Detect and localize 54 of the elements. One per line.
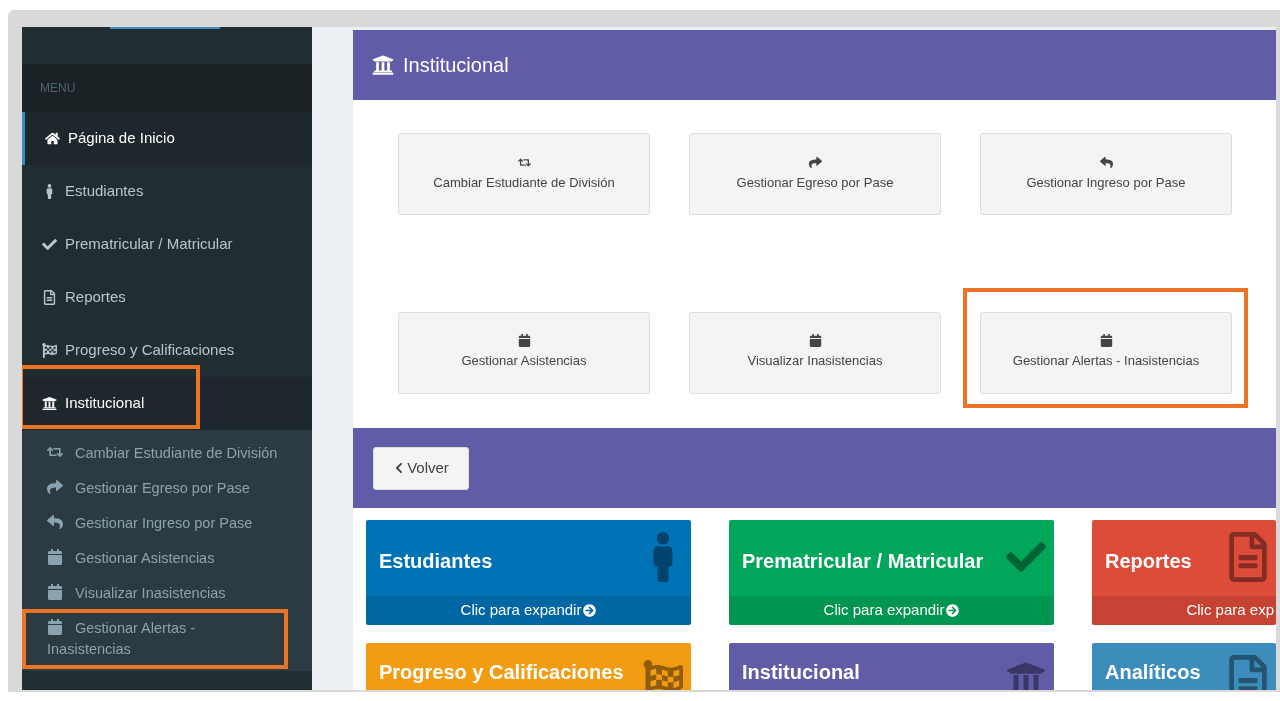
- sidebar-item[interactable]: Progreso y Calificaciones: [22, 324, 312, 377]
- calendar-icon: [47, 584, 63, 600]
- tile-footer[interactable]: Clic para exp: [1092, 596, 1276, 625]
- tile-title: Reportes: [1105, 550, 1192, 572]
- reply-arrow-icon: [1099, 155, 1113, 169]
- swap-icon: [47, 444, 63, 460]
- building-icon: [371, 54, 395, 76]
- forward-arrow-icon: [47, 479, 63, 495]
- menu-header: MENU: [40, 80, 76, 97]
- calendar-icon: [808, 334, 822, 348]
- back-button[interactable]: Volver: [373, 446, 469, 490]
- calendar-icon: [47, 619, 63, 635]
- tile-title: Estudiantes: [379, 550, 493, 572]
- action-button[interactable]: Visualizar Inasistencias: [689, 311, 941, 394]
- tile-footer[interactable]: Clic para expandir: [366, 596, 691, 625]
- calendar-icon: [47, 549, 63, 565]
- home-icon: [45, 131, 60, 146]
- document-icon: [1228, 655, 1268, 690]
- submenu-item[interactable]: Cambiar Estudiante de División: [22, 436, 312, 471]
- submenu-item[interactable]: Gestionar Alertas - Inasistencias: [22, 611, 312, 667]
- tile-footer[interactable]: Clic para expandir: [729, 596, 1054, 625]
- action-button[interactable]: Gestionar Asistencias: [398, 311, 650, 394]
- document-icon: [42, 290, 57, 305]
- submenu-item[interactable]: Visualizar Inasistencias: [22, 576, 312, 611]
- submenu-item[interactable]: Gestionar Asistencias: [22, 541, 312, 576]
- tile-title: Analíticos: [1105, 661, 1201, 683]
- info-tile[interactable]: Institucional: [729, 643, 1054, 690]
- info-tile[interactable]: Reportes Clic para exp: [1092, 520, 1276, 625]
- tile-title: Prematricular / Matricular: [742, 550, 984, 572]
- calendar-icon: [517, 334, 531, 348]
- calendar-icon: [1099, 334, 1113, 348]
- reply-arrow-icon: [47, 514, 63, 530]
- action-button[interactable]: Gestionar Egreso por Pase: [689, 133, 941, 215]
- submenu-item[interactable]: Gestionar Ingreso por Pase: [22, 506, 312, 541]
- forward-arrow-icon: [808, 155, 822, 169]
- sidebar-item[interactable]: Página de Inicio: [22, 112, 312, 165]
- info-tile[interactable]: Prematricular / Matricular Clic para expandir: [729, 520, 1054, 625]
- sidebar-item[interactable]: Institucional: [22, 377, 312, 430]
- check-icon: [42, 237, 57, 252]
- action-button[interactable]: Gestionar Alertas - Inasistencias: [980, 311, 1232, 394]
- tile-title: Institucional: [742, 661, 860, 683]
- action-button[interactable]: Cambiar Estudiante de División: [398, 133, 650, 215]
- document-icon: [1228, 532, 1268, 582]
- flag-icon: [42, 343, 57, 358]
- sidebar-item[interactable]: Reportes: [22, 271, 312, 324]
- building-icon: [42, 396, 57, 411]
- action-button[interactable]: Gestionar Ingreso por Pase: [980, 133, 1232, 215]
- info-tile[interactable]: Analíticos: [1092, 643, 1276, 690]
- panel-title: Institucional: [403, 53, 509, 78]
- submenu-item[interactable]: Gestionar Egreso por Pase: [22, 471, 312, 506]
- info-tile[interactable]: Estudiantes Clic para expandir: [366, 520, 691, 625]
- sidebar-item[interactable]: Prematricular / Matricular: [22, 218, 312, 271]
- sidebar-item[interactable]: Estudiantes: [22, 165, 312, 218]
- tile-title: Progreso y Calificaciones: [379, 661, 624, 683]
